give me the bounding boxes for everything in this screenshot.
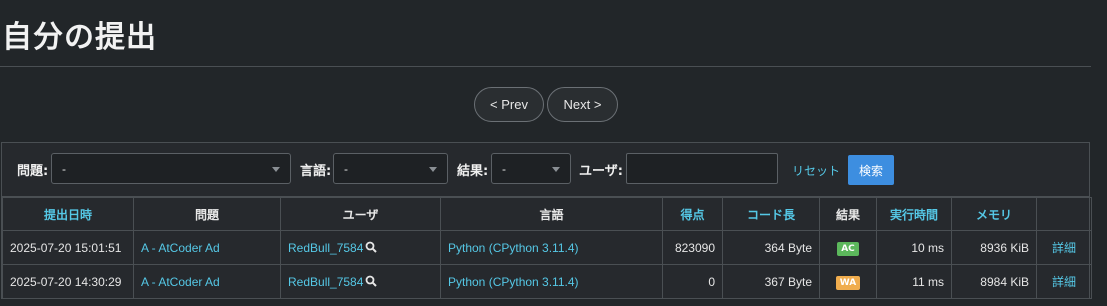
col-header-detail bbox=[1036, 197, 1092, 231]
exec-time-cell: 11 ms bbox=[876, 264, 952, 299]
detail-link[interactable]: 詳細 bbox=[1036, 230, 1092, 265]
language-select[interactable]: - bbox=[333, 153, 448, 184]
search-icon[interactable] bbox=[365, 241, 378, 253]
problem-filter-label: 問題: bbox=[17, 164, 49, 179]
submission-date: 2025-07-20 14:30:29 bbox=[2, 264, 134, 299]
table-header-row: 提出日時 問題 ユーザ 言語 得点 コード長 結果 実行時間 メモリ bbox=[2, 197, 1092, 231]
score-cell: 0 bbox=[662, 264, 723, 299]
language-link[interactable]: Python (CPython 3.11.4) bbox=[440, 264, 663, 299]
memory-cell: 8936 KiB bbox=[951, 230, 1037, 265]
problem-select-value: - bbox=[62, 161, 66, 176]
result-filter-label: 結果: bbox=[457, 164, 489, 179]
col-header-code-length[interactable]: コード長 bbox=[722, 197, 820, 231]
status-badge: AC bbox=[837, 241, 859, 256]
user-link[interactable]: RedBull_7584 bbox=[288, 275, 363, 289]
col-header-exec-time[interactable]: 実行時間 bbox=[876, 197, 952, 231]
chevron-down-icon bbox=[552, 167, 560, 172]
language-select-value: - bbox=[344, 161, 348, 176]
result-cell: AC bbox=[819, 230, 877, 265]
col-header-problem: 問題 bbox=[133, 197, 281, 231]
table-row: 2025-07-20 15:01:51 A - AtCoder Ad RedBu… bbox=[2, 230, 1092, 265]
score-cell: 823090 bbox=[662, 230, 723, 265]
language-filter-label: 言語: bbox=[300, 164, 332, 179]
col-header-language: 言語 bbox=[440, 197, 663, 231]
col-header-user: ユーザ bbox=[280, 197, 441, 231]
code-length-cell: 364 Byte bbox=[722, 230, 820, 265]
detail-link[interactable]: 詳細 bbox=[1036, 264, 1092, 299]
submissions-panel: 問題: - 言語: - 結果: - ユーザ: リセット 検索 提出日時 問題 ユ… bbox=[1, 142, 1092, 299]
page-title: 自分の提出 bbox=[2, 20, 157, 55]
submissions-table: 提出日時 問題 ユーザ 言語 得点 コード長 結果 実行時間 メモリ 2025-… bbox=[2, 197, 1092, 299]
result-cell: WA bbox=[819, 264, 877, 299]
search-button[interactable]: 検索 bbox=[848, 155, 894, 185]
user-link[interactable]: RedBull_7584 bbox=[288, 241, 363, 255]
result-select-value: - bbox=[502, 161, 506, 176]
problem-link[interactable]: A - AtCoder Ad bbox=[133, 230, 281, 265]
problem-link[interactable]: A - AtCoder Ad bbox=[133, 264, 281, 299]
table-row: 2025-07-20 14:30:29 A - AtCoder Ad RedBu… bbox=[2, 264, 1092, 299]
user-filter-label: ユーザ: bbox=[579, 164, 623, 179]
col-header-result: 結果 bbox=[819, 197, 877, 231]
status-badge: WA bbox=[835, 275, 861, 290]
next-page-button[interactable]: Next > bbox=[547, 87, 618, 122]
user-cell: RedBull_7584 bbox=[280, 264, 441, 299]
memory-cell: 8984 KiB bbox=[951, 264, 1037, 299]
language-link[interactable]: Python (CPython 3.11.4) bbox=[440, 230, 663, 265]
exec-time-cell: 10 ms bbox=[876, 230, 952, 265]
problem-select[interactable]: - bbox=[51, 153, 291, 184]
search-icon[interactable] bbox=[365, 275, 378, 287]
chevron-down-icon bbox=[272, 167, 280, 172]
user-cell: RedBull_7584 bbox=[280, 230, 441, 265]
result-select[interactable]: - bbox=[491, 153, 571, 184]
pagination: < Prev Next > bbox=[474, 87, 618, 122]
submission-date: 2025-07-20 15:01:51 bbox=[2, 230, 134, 265]
col-header-memory[interactable]: メモリ bbox=[951, 197, 1037, 231]
col-header-score[interactable]: 得点 bbox=[662, 197, 723, 231]
filter-bar: 問題: - 言語: - 結果: - ユーザ: リセット 検索 bbox=[2, 143, 1089, 197]
user-input[interactable] bbox=[626, 153, 778, 184]
reset-link[interactable]: リセット bbox=[792, 162, 840, 179]
prev-page-button[interactable]: < Prev bbox=[474, 87, 544, 122]
title-divider bbox=[0, 66, 1091, 67]
code-length-cell: 367 Byte bbox=[722, 264, 820, 299]
col-header-date[interactable]: 提出日時 bbox=[2, 197, 134, 231]
chevron-down-icon bbox=[429, 167, 437, 172]
